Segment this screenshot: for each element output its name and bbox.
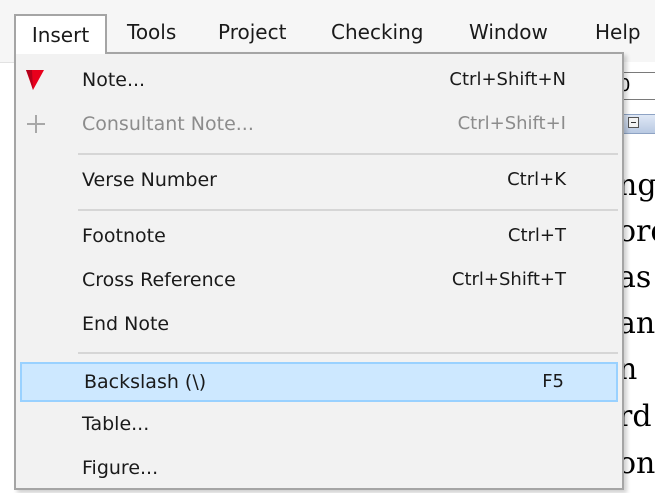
menu-tools[interactable]: Tools bbox=[127, 14, 176, 50]
menu-item-label: Consultant Note... bbox=[82, 113, 254, 135]
menu-separator bbox=[78, 352, 618, 354]
menu-item-footnote[interactable]: Footnote Ctrl+T bbox=[16, 216, 622, 256]
menu-separator bbox=[78, 209, 618, 211]
menu-item-shortcut: Ctrl+K bbox=[507, 169, 566, 190]
menu-item-shortcut: Ctrl+Shift+I bbox=[457, 113, 566, 134]
red-flag-icon bbox=[26, 70, 44, 90]
menu-item-end-note[interactable]: End Note bbox=[16, 304, 622, 344]
menu-item-label: Footnote bbox=[82, 225, 166, 247]
menu-item-verse-number[interactable]: Verse Number Ctrl+K bbox=[16, 160, 622, 200]
menu-item-consultant-note: Consultant Note... Ctrl+Shift+I bbox=[16, 104, 622, 144]
menu-item-label: Verse Number bbox=[82, 169, 217, 191]
plus-icon bbox=[27, 115, 45, 133]
menu-help[interactable]: Help bbox=[595, 14, 641, 50]
menu-item-cross-reference[interactable]: Cross Reference Ctrl+Shift+T bbox=[16, 260, 622, 300]
menu-separator bbox=[78, 153, 618, 155]
menu-item-shortcut: Ctrl+T bbox=[507, 225, 566, 246]
menu-item-label: End Note bbox=[82, 313, 170, 335]
menu-item-figure[interactable]: Figure... bbox=[16, 448, 622, 488]
menu-insert[interactable]: Insert bbox=[14, 14, 107, 54]
menu-item-label: Figure... bbox=[82, 457, 159, 479]
insert-menu-dropdown: Note... Ctrl+Shift+N Consultant Note... … bbox=[14, 52, 624, 490]
menu-item-table[interactable]: Table... bbox=[16, 404, 622, 444]
menu-item-label: Table... bbox=[82, 413, 150, 435]
menu-window[interactable]: Window bbox=[469, 14, 548, 50]
menu-item-backslash[interactable]: Backslash (\) F5 bbox=[20, 362, 618, 402]
menu-checking[interactable]: Checking bbox=[331, 14, 423, 50]
menu-item-shortcut: F5 bbox=[542, 371, 564, 392]
menu-item-label: Cross Reference bbox=[82, 269, 236, 291]
menu-item-note[interactable]: Note... Ctrl+Shift+N bbox=[16, 60, 622, 100]
menu-item-shortcut: Ctrl+Shift+N bbox=[449, 69, 566, 90]
menu-item-label: Backslash (\) bbox=[84, 371, 207, 393]
menu-item-shortcut: Ctrl+Shift+T bbox=[451, 269, 566, 290]
minimize-icon[interactable] bbox=[628, 117, 639, 128]
menu-project[interactable]: Project bbox=[218, 14, 286, 50]
menu-item-label: Note... bbox=[82, 69, 146, 91]
